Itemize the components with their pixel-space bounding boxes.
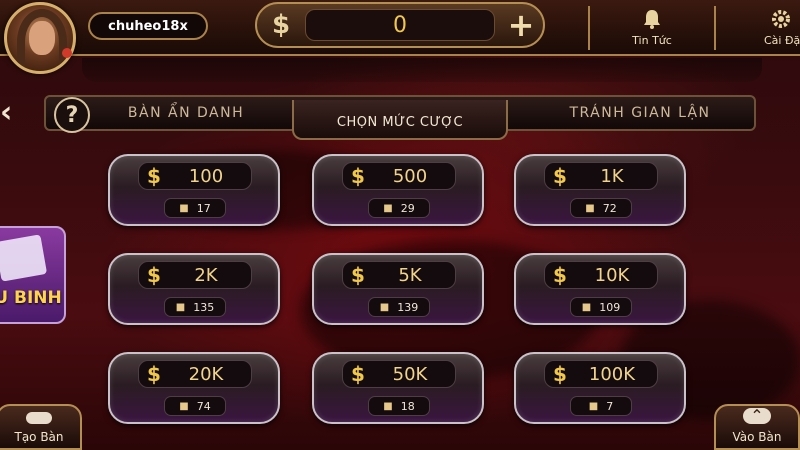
- dollar-icon: $: [351, 263, 365, 287]
- bet-card[interactable]: $ 500 ■ 29: [312, 154, 484, 226]
- bet-value: 1K: [600, 165, 624, 187]
- dollar-icon: $: [553, 362, 567, 386]
- news-button[interactable]: Tin Tức: [600, 0, 704, 54]
- bet-value: 100: [188, 165, 224, 187]
- player-count-value: 135: [193, 300, 215, 314]
- join-table-button[interactable]: ⌃ Vào Bàn: [714, 404, 800, 450]
- username: chuheo18x: [88, 12, 208, 40]
- settings-button[interactable]: Cài Đặ: [728, 0, 800, 54]
- dollar-icon: $: [351, 362, 365, 386]
- avatar[interactable]: [4, 2, 76, 74]
- player-count-value: 7: [606, 399, 614, 413]
- player-icon: ■: [175, 301, 186, 313]
- help-button[interactable]: ?: [54, 97, 90, 133]
- game-thumbnail-label: U BINH: [0, 288, 62, 308]
- dollar-icon: $: [271, 10, 291, 40]
- player-icon: ■: [379, 301, 390, 313]
- cards-icon: [0, 234, 48, 282]
- bet-value: 500: [392, 165, 428, 187]
- bet-value: 10K: [594, 264, 630, 286]
- add-money-button[interactable]: +: [503, 6, 539, 44]
- player-count: ■ 17: [164, 198, 226, 218]
- bet-value: 100K: [588, 363, 636, 385]
- bet-card[interactable]: $ 2K ■ 135: [108, 253, 280, 325]
- tab-anonymous-table[interactable]: BÀN ẨN DANH: [96, 96, 276, 130]
- dollar-icon: $: [553, 164, 567, 188]
- player-icon: ■: [179, 400, 189, 412]
- bet-card[interactable]: $ 100 ■ 17: [108, 154, 280, 226]
- player-count-value: 18: [400, 399, 415, 413]
- tab-anti-cheat[interactable]: TRÁNH GIAN LẬN: [540, 96, 740, 130]
- bet-card[interactable]: $ 1K ■ 72: [514, 154, 686, 226]
- player-count: ■ 74: [164, 396, 226, 416]
- bet-amount: $ 2K: [138, 261, 252, 289]
- bet-card[interactable]: $ 20K ■ 74: [108, 352, 280, 424]
- bet-value: 50K: [392, 363, 428, 385]
- bet-card[interactable]: $ 10K ■ 109: [514, 253, 686, 325]
- bet-value: 20K: [188, 363, 224, 385]
- create-table-button[interactable]: Tạo Bàn: [0, 404, 82, 450]
- player-count: ■ 139: [368, 297, 430, 317]
- player-icon: ■: [383, 400, 393, 412]
- player-count: ■ 29: [368, 198, 430, 218]
- bet-amount: $ 500: [342, 162, 456, 190]
- join-table-label: Vào Bàn: [732, 430, 782, 444]
- bet-amount: $ 50K: [342, 360, 456, 388]
- bet-amount: $ 20K: [138, 360, 252, 388]
- bet-card[interactable]: $ 5K ■ 139: [312, 253, 484, 325]
- balance-panel: $ 0 +: [255, 2, 545, 48]
- bet-card[interactable]: $ 50K ■ 18: [312, 352, 484, 424]
- tab-choose-bet[interactable]: CHỌN MỨC CƯỢC: [292, 100, 508, 140]
- table-icon: [26, 412, 52, 424]
- flower-decoration: [62, 48, 72, 58]
- player-icon: ■: [383, 202, 393, 214]
- divider: [588, 6, 590, 50]
- settings-label: Cài Đặ: [764, 33, 800, 47]
- player-count-value: 29: [400, 201, 415, 215]
- player-icon: ■: [588, 400, 599, 412]
- dollar-icon: $: [147, 263, 161, 287]
- player-icon: ■: [179, 202, 189, 214]
- player-icon: ■: [581, 301, 592, 313]
- dollar-icon: $: [351, 164, 365, 188]
- player-count-value: 139: [397, 300, 419, 314]
- player-count: ■ 72: [570, 198, 632, 218]
- bet-amount: $ 1K: [544, 162, 658, 190]
- bet-card[interactable]: $ 100K ■ 7: [514, 352, 686, 424]
- game-thumbnail[interactable]: U BINH: [0, 226, 66, 324]
- avatar-face: [29, 21, 55, 55]
- player-count-value: 74: [196, 399, 211, 413]
- player-count: ■ 135: [164, 297, 226, 317]
- dollar-icon: $: [147, 362, 161, 386]
- player-count-value: 17: [196, 201, 211, 215]
- dollar-icon: $: [553, 263, 567, 287]
- header-strip: [82, 58, 762, 82]
- player-count: ■ 109: [570, 297, 632, 317]
- player-count: ■ 7: [570, 396, 632, 416]
- balance-value: 0: [305, 9, 495, 41]
- back-button[interactable]: ‹: [0, 98, 14, 128]
- gear-icon: [770, 8, 792, 34]
- news-label: Tin Tức: [632, 33, 672, 47]
- chevron-up-icon: ⌃: [743, 408, 771, 424]
- bet-amount: $ 5K: [342, 261, 456, 289]
- divider: [714, 6, 716, 50]
- player-count-value: 109: [599, 300, 621, 314]
- bet-amount: $ 100K: [544, 360, 658, 388]
- bet-amount: $ 10K: [544, 261, 658, 289]
- player-icon: ■: [585, 202, 595, 214]
- player-count: ■ 18: [368, 396, 430, 416]
- create-table-label: Tạo Bàn: [14, 430, 64, 444]
- dollar-icon: $: [147, 164, 161, 188]
- bet-value: 2K: [194, 264, 218, 286]
- bell-icon: [641, 8, 663, 34]
- bet-value: 5K: [398, 264, 422, 286]
- bet-amount: $ 100: [138, 162, 252, 190]
- player-count-value: 72: [602, 201, 617, 215]
